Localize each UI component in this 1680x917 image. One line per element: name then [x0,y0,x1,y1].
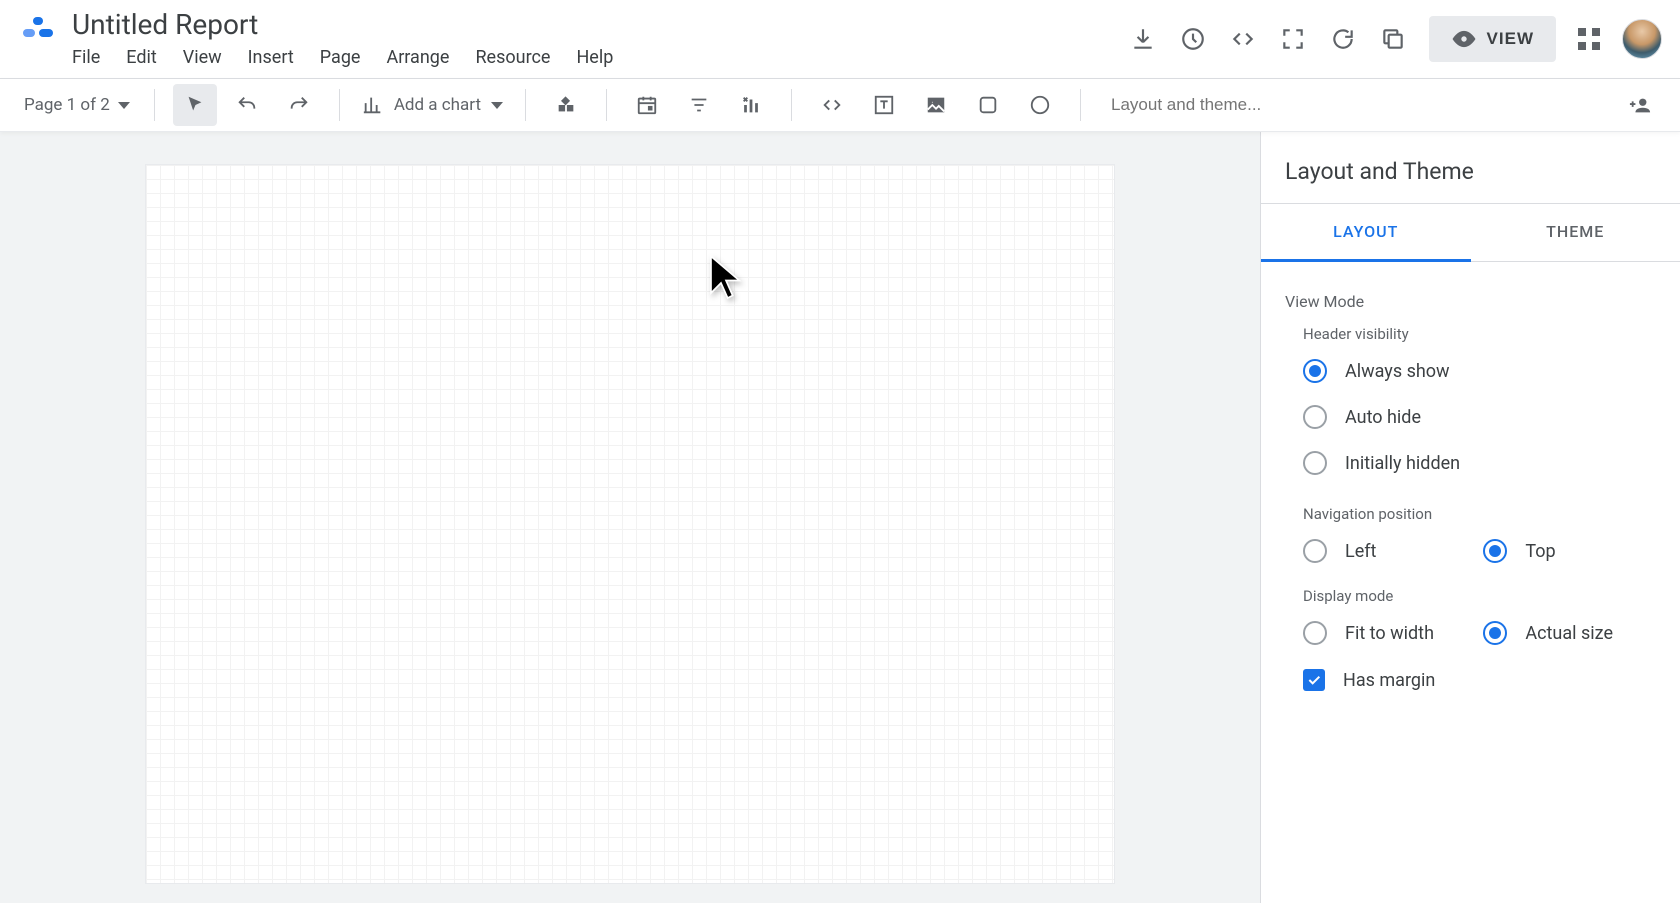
menu-insert[interactable]: Insert [248,47,294,68]
undo-button[interactable] [225,84,269,126]
chevron-down-icon [491,102,503,109]
url-embed-button[interactable] [810,84,854,126]
embed-icon[interactable] [1229,25,1257,53]
tab-layout[interactable]: LAYOUT [1261,204,1471,262]
layout-theme-input[interactable] [1099,95,1610,115]
menubar: File Edit View Insert Page Arrange Resou… [72,43,1129,78]
menu-file[interactable]: File [72,47,100,68]
subgroup-header-visibility: Header visibility [1303,325,1656,343]
radio-icon [1303,451,1327,475]
radio-always-show[interactable]: Always show [1303,359,1656,383]
view-button[interactable]: VIEW [1429,16,1556,62]
panel-title: Layout and Theme [1261,132,1680,203]
radio-auto-hide[interactable]: Auto hide [1303,405,1656,429]
checkbox-label: Has margin [1343,670,1435,691]
navigation-position-options: Left Top [1285,539,1656,563]
user-avatar[interactable] [1622,19,1662,59]
cursor-icon [706,253,746,307]
tab-theme[interactable]: THEME [1471,204,1680,261]
separator [154,89,155,121]
separator [339,89,340,121]
fullscreen-icon[interactable] [1279,25,1307,53]
radio-label: Always show [1345,361,1450,382]
group-view-mode: View Mode [1285,292,1656,311]
add-chart-button[interactable]: Add a chart [358,94,507,116]
radio-label: Initially hidden [1345,453,1460,474]
radio-label: Top [1525,541,1555,562]
radio-nav-top[interactable]: Top [1483,539,1645,563]
menu-view[interactable]: View [183,47,222,68]
chevron-down-icon [118,102,130,109]
apps-icon[interactable] [1578,28,1600,50]
checkbox-has-margin[interactable]: Has margin [1285,669,1656,691]
radio-label: Actual size [1525,623,1613,644]
data-control-button[interactable] [729,84,773,126]
radio-initially-hidden[interactable]: Initially hidden [1303,451,1656,475]
radio-icon [1303,621,1327,645]
header-actions: VIEW [1129,16,1662,62]
refresh-icon[interactable] [1329,25,1357,53]
separator [791,89,792,121]
checkbox-icon [1303,669,1325,691]
circle-button[interactable] [1018,84,1062,126]
radio-nav-left[interactable]: Left [1303,539,1465,563]
add-chart-label: Add a chart [394,95,481,115]
image-button[interactable] [914,84,958,126]
radio-fit-to-width[interactable]: Fit to width [1303,621,1465,645]
radio-label: Auto hide [1345,407,1421,428]
selection-tool[interactable] [173,84,217,126]
page-selector-label: Page 1 of 2 [24,95,110,115]
canvas-wrapper [0,132,1260,903]
subgroup-navigation-position: Navigation position [1303,505,1656,523]
community-visualization-button[interactable] [544,84,588,126]
radio-label: Fit to width [1345,623,1434,644]
add-people-button[interactable] [1618,84,1662,126]
menu-help[interactable]: Help [576,47,613,68]
toolbar: Page 1 of 2 Add a chart [0,78,1680,132]
date-range-button[interactable] [625,84,669,126]
copy-icon[interactable] [1379,25,1407,53]
app-logo [18,12,58,52]
subgroup-display-mode: Display mode [1303,587,1656,605]
redo-button[interactable] [277,84,321,126]
radio-icon [1483,539,1507,563]
radio-icon [1303,539,1327,563]
menu-arrange[interactable]: Arrange [386,47,449,68]
download-icon[interactable] [1129,25,1157,53]
radio-icon [1303,359,1327,383]
app-header: Untitled Report File Edit View Insert Pa… [0,0,1680,78]
rectangle-button[interactable] [966,84,1010,126]
display-mode-options: Fit to width Actual size [1285,621,1656,645]
menu-resource[interactable]: Resource [475,47,550,68]
panel-tabs: LAYOUT THEME [1261,203,1680,262]
text-button[interactable] [862,84,906,126]
header-visibility-options: Always show Auto hide Initially hidden [1285,359,1656,475]
radio-icon [1303,405,1327,429]
filter-control-button[interactable] [677,84,721,126]
separator [525,89,526,121]
page-selector[interactable]: Page 1 of 2 [18,95,136,115]
radio-icon [1483,621,1507,645]
side-panel: Layout and Theme LAYOUT THEME View Mode … [1260,132,1680,903]
history-icon[interactable] [1179,25,1207,53]
menu-page[interactable]: Page [320,47,361,68]
separator [606,89,607,121]
radio-actual-size[interactable]: Actual size [1483,621,1645,645]
menu-edit[interactable]: Edit [126,47,156,68]
report-canvas[interactable] [145,164,1115,884]
radio-label: Left [1345,541,1376,562]
view-button-label: VIEW [1487,29,1534,49]
separator [1080,89,1081,121]
main-area: Layout and Theme LAYOUT THEME View Mode … [0,132,1680,903]
panel-body: View Mode Header visibility Always show … [1261,262,1680,709]
document-title[interactable]: Untitled Report [72,8,1129,41]
